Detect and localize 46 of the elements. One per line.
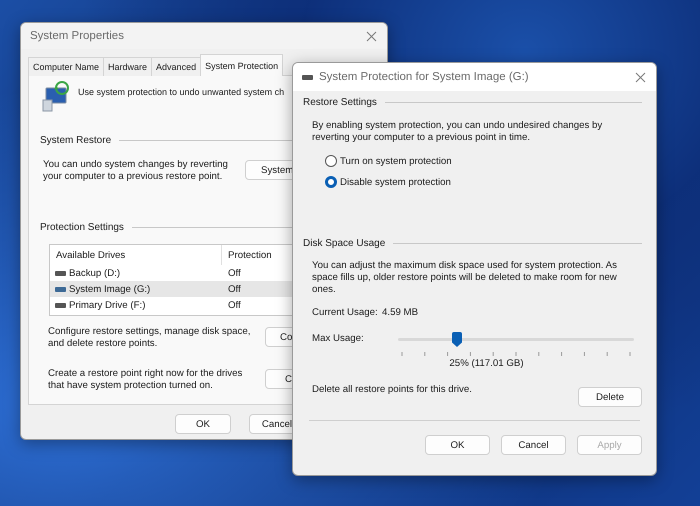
dialog-button[interactable]: OK xyxy=(175,414,231,434)
computer-shield-icon xyxy=(40,80,72,112)
current-usage-label: Current Usage: xyxy=(312,307,379,319)
window-title: System Properties xyxy=(30,30,125,42)
tab[interactable]: Computer Name xyxy=(28,57,104,76)
window-title: System Protection for System Image (G:) xyxy=(319,71,530,83)
drive-icon xyxy=(55,270,66,276)
slider-track[interactable] xyxy=(398,332,634,348)
tab[interactable]: Advanced xyxy=(151,57,202,76)
restore-settings-text: By enabling system protection, you can undo undesired changes by reverting your computer to a previous point in time. xyxy=(312,120,604,144)
drive-icon xyxy=(55,302,66,308)
delete-button[interactable]: Delete xyxy=(578,387,642,407)
max-usage-label: Max Usage: xyxy=(312,333,365,345)
max-usage-reading: 25% (117.01 GB) xyxy=(449,358,524,370)
drive-icon xyxy=(302,74,313,80)
group-heading: Restore Settings xyxy=(303,96,377,108)
protection-status: Off xyxy=(227,284,241,294)
tab[interactable]: Hardware xyxy=(103,57,152,76)
radio-button[interactable] xyxy=(325,176,337,188)
drive-name: System Image (G:) xyxy=(69,284,150,294)
radio-label: Disable system protection xyxy=(340,176,451,188)
close-icon[interactable] xyxy=(635,72,646,82)
radio-label: Turn on system protection xyxy=(340,156,452,166)
protection-status: Off xyxy=(227,268,241,278)
intro-text: Use system protection to undo unwanted system ch xyxy=(78,86,284,98)
current-usage-value: 4.59 MB xyxy=(382,307,418,319)
delete-text: Delete all restore points for this drive. xyxy=(312,384,472,396)
drive-name: Backup (D:) xyxy=(69,268,120,278)
configure-text: Configure restore settings, manage disk space, and delete restore points. xyxy=(48,326,252,350)
group-heading: Disk Space Usage xyxy=(303,238,386,248)
column-header[interactable]: Available Drives xyxy=(50,245,222,265)
radio-option[interactable]: Turn on system protection xyxy=(325,155,646,167)
tab[interactable]: System Protection xyxy=(200,54,284,76)
dialog-button[interactable]: Cancel xyxy=(501,435,566,455)
radio-button[interactable] xyxy=(325,155,337,167)
radio-option[interactable]: Disable system protection xyxy=(325,176,646,188)
drive-icon xyxy=(55,286,66,292)
close-icon[interactable] xyxy=(366,30,377,42)
create-text: Create a restore point right now for the drives that have system protection turned on. xyxy=(48,368,244,392)
group-heading: Protection Settings xyxy=(40,222,124,232)
drive-name: Primary Drive (F:) xyxy=(69,300,146,310)
group-heading: System Restore xyxy=(40,134,112,146)
system-restore-text: You can undo system changes by reverting your computer to a previous restore point. xyxy=(43,159,229,183)
dialog-button[interactable]: OK xyxy=(425,435,490,455)
slider-thumb[interactable] xyxy=(452,332,462,347)
protection-status: Off xyxy=(227,300,241,310)
